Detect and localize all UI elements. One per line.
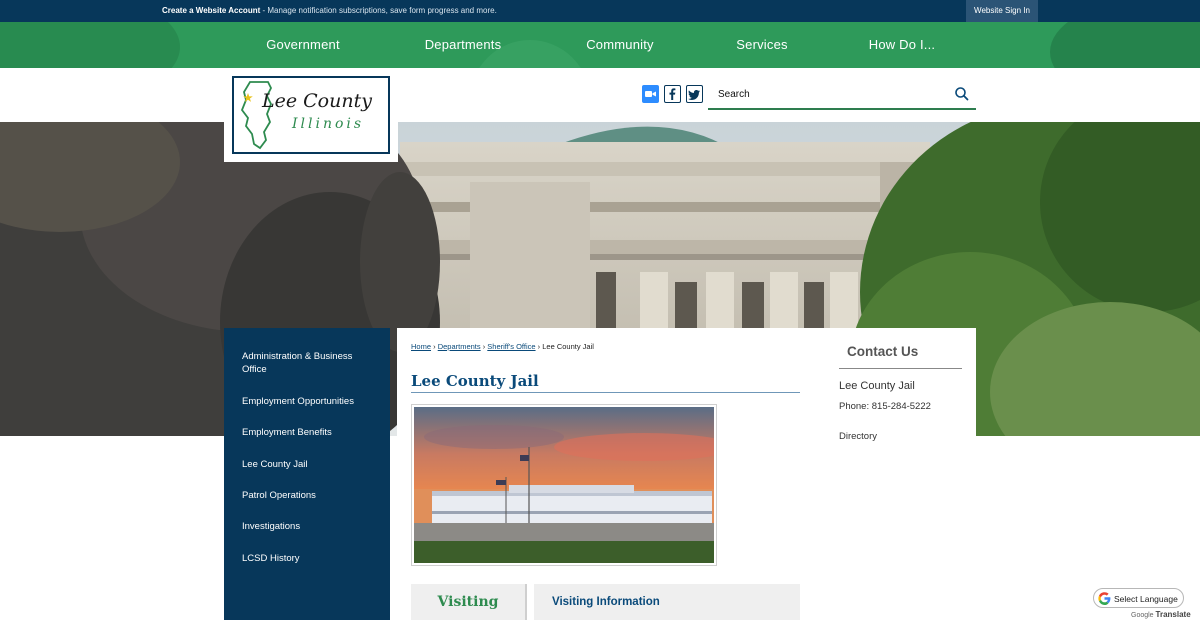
nav-services[interactable]: Services	[720, 22, 804, 68]
tab-visiting-information[interactable]: Visiting Information	[534, 584, 800, 620]
language-select-label: Select Language	[1114, 594, 1178, 604]
tab-visiting-label: Visiting	[437, 594, 499, 610]
facebook-icon[interactable]	[664, 85, 681, 103]
translate-wordmark: Translate	[1155, 610, 1191, 619]
search-icon[interactable]	[954, 86, 970, 102]
nav-community[interactable]: Community	[568, 22, 672, 68]
sidebar-item-administration[interactable]: Administration & Business Office	[242, 350, 372, 376]
contact-heading: Contact Us	[847, 344, 919, 359]
sidebar-item-employment-opportunities[interactable]: Employment Opportunities	[242, 395, 372, 408]
page-title: Lee County Jail	[411, 372, 539, 390]
search-input[interactable]	[718, 85, 938, 103]
search-box	[708, 80, 976, 110]
nav-government[interactable]: Government	[248, 22, 358, 68]
sidebar-item-employment-benefits[interactable]: Employment Benefits	[242, 426, 372, 439]
logo-subtitle: Illinois	[292, 116, 365, 132]
breadcrumb-home[interactable]: Home	[411, 342, 431, 351]
breadcrumb-current: Lee County Jail	[542, 342, 594, 351]
lee-county-logo[interactable]: Lee County Illinois	[232, 76, 390, 154]
contact-divider	[839, 368, 962, 369]
google-icon	[1098, 592, 1111, 605]
tab-visiting-information-label: Visiting Information	[552, 596, 660, 608]
sidebar-item-lee-county-jail[interactable]: Lee County Jail	[242, 458, 372, 471]
tab-visiting[interactable]: Visiting	[411, 584, 527, 620]
nav-foliage-right	[1050, 22, 1200, 68]
nav-how-do-i[interactable]: How Do I...	[852, 22, 952, 68]
department-sidebar: Administration & Business Office Employm…	[224, 328, 390, 620]
contact-phone: Phone: 815-284-5222	[839, 401, 931, 412]
account-description: - Manage notification subscriptions, sav…	[260, 6, 497, 15]
nav-departments[interactable]: Departments	[405, 22, 521, 68]
title-divider	[411, 392, 800, 393]
create-account-link[interactable]: Create a Website Account	[162, 6, 260, 15]
breadcrumb: Home › Departments › Sheriff's Office › …	[411, 342, 594, 351]
directory-link[interactable]: Directory	[839, 431, 877, 442]
google-wordmark: Google	[1131, 612, 1154, 619]
powered-by-google-translate: Google Translate	[1131, 610, 1191, 619]
language-select[interactable]: Select Language	[1093, 588, 1184, 608]
utility-bar: Create a Website Account - Manage notifi…	[0, 0, 1200, 22]
sidebar-item-lcsd-history[interactable]: LCSD History	[242, 552, 372, 565]
site-header	[0, 68, 1200, 122]
sidebar-item-patrol-operations[interactable]: Patrol Operations	[242, 489, 372, 502]
sidebar-item-investigations[interactable]: Investigations	[242, 520, 372, 533]
twitter-icon[interactable]	[686, 85, 703, 103]
zoom-icon[interactable]	[642, 85, 659, 103]
nav-foliage-left	[0, 22, 180, 68]
logo-title: Lee County	[262, 90, 372, 112]
breadcrumb-departments[interactable]: Departments	[438, 342, 481, 351]
logo-panel[interactable]: Lee County Illinois	[224, 68, 398, 162]
account-message: Create a Website Account - Manage notifi…	[162, 6, 497, 15]
breadcrumb-separator: ›	[431, 342, 438, 351]
main-nav: Government Departments Community Service…	[0, 22, 1200, 68]
jail-photo	[411, 404, 734, 566]
contact-name: Lee County Jail	[839, 380, 915, 392]
sign-in-button[interactable]: Website Sign In	[966, 0, 1038, 22]
breadcrumb-sheriffs-office[interactable]: Sheriff's Office	[487, 342, 535, 351]
